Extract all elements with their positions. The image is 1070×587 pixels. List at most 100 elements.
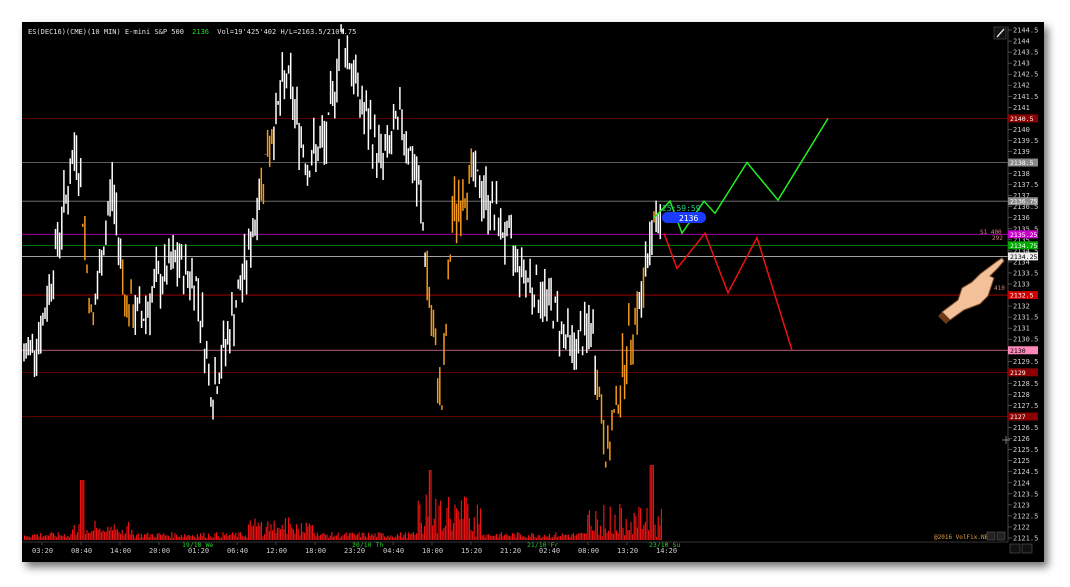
volume-bar <box>120 533 122 540</box>
volume-bar <box>206 537 208 540</box>
volume-bar <box>401 537 403 540</box>
current-price-box: 25:59:59 2136 <box>662 204 706 223</box>
volume-bar <box>150 534 152 540</box>
volume-bar <box>376 537 378 540</box>
volume-bar <box>300 523 302 540</box>
price-chart[interactable]: 2144.5 2144 2143.5 2143 2142.5 2142 2141.5 2141… <box>22 22 1044 562</box>
volume-bar <box>72 529 74 540</box>
volume-bar <box>32 535 34 540</box>
scroll-right-button[interactable] <box>1021 543 1033 554</box>
volume-bar <box>468 518 470 540</box>
volume-bar <box>297 529 299 540</box>
volume-bar <box>587 514 589 540</box>
volume-bar <box>420 522 422 540</box>
volume-bar <box>288 517 290 540</box>
volume-bar <box>25 536 27 540</box>
volume-bar <box>284 518 286 540</box>
volume-bar <box>414 534 416 540</box>
price-axis-label: 2144.5 <box>1013 27 1038 35</box>
time-axis-label: 08:40 <box>71 547 92 555</box>
volume-bar <box>435 498 437 540</box>
volume-bar <box>219 537 221 540</box>
volume-bar <box>217 536 219 540</box>
volume-bar <box>643 524 645 540</box>
volume-bar <box>190 536 192 540</box>
volume-bar <box>636 527 638 540</box>
time-axis-label: 10:00 <box>422 547 443 555</box>
volume-bar <box>188 534 190 540</box>
volume-bar <box>110 526 112 540</box>
volume-bar <box>374 533 376 540</box>
volume-bar <box>436 533 438 540</box>
volume-bar <box>635 516 637 540</box>
zoom-in-button[interactable] <box>986 531 996 541</box>
chart-window[interactable]: 2144.5 2144 2143.5 2143 2142.5 2142 2141.5 2141… <box>22 22 1044 562</box>
volume-bar <box>177 537 179 540</box>
volume-bar <box>616 530 618 540</box>
volume-bar <box>299 535 301 540</box>
volume-bar <box>344 533 346 540</box>
volume-bar <box>488 534 490 540</box>
volume-bar <box>657 516 659 540</box>
volume-bar <box>52 533 54 540</box>
volume-bar <box>264 534 266 540</box>
volume-bar <box>392 536 394 540</box>
volume-bar <box>244 535 246 540</box>
volume-bar <box>456 508 458 540</box>
price-tag-label: 2134.25 <box>1010 253 1037 261</box>
volume-bar <box>260 521 262 540</box>
scroll-left-button[interactable] <box>1009 543 1021 554</box>
volume-bar <box>646 507 648 540</box>
volume-bar <box>128 521 130 540</box>
volume-bar <box>499 533 501 540</box>
volume-bar <box>384 536 386 540</box>
volume-bar <box>195 537 197 540</box>
volume-bar <box>248 524 250 540</box>
volume-bar <box>564 534 566 540</box>
volume-bar <box>632 534 634 540</box>
volume-bar <box>540 537 542 540</box>
volume-bar <box>537 535 539 540</box>
volume-bar <box>550 537 552 540</box>
volume-bar <box>520 534 522 540</box>
volume-bar <box>281 524 283 540</box>
volume-bar <box>608 530 610 540</box>
volume-bar <box>166 535 168 540</box>
volume-bar <box>555 532 557 540</box>
volume-bar <box>380 533 382 540</box>
volume-bar <box>73 524 75 540</box>
volume-bar <box>148 536 150 540</box>
volume-bar <box>326 534 328 540</box>
volume-bar <box>459 519 461 540</box>
volume-bar <box>78 524 80 540</box>
volume-bar <box>310 525 312 540</box>
volume-bar <box>556 537 558 540</box>
volume-bar <box>75 535 77 540</box>
volume-bar <box>534 537 536 540</box>
volume-bar <box>36 534 38 540</box>
volume-bar <box>276 527 278 540</box>
price-axis-label: 2141 <box>1013 104 1030 112</box>
price-tag-label: 2136.75 <box>1010 198 1037 206</box>
volume-bar <box>385 537 387 540</box>
volume-bar <box>216 532 218 540</box>
instrument-title: ES(DEC16)(CME)(10 MIN) E-mini S&P 500 21… <box>28 28 356 36</box>
volume-bar <box>212 537 214 540</box>
draw-tool-icon[interactable] <box>993 26 1007 40</box>
volume-bar <box>542 536 544 540</box>
volume-bar <box>236 537 238 540</box>
volume-bar <box>324 534 326 540</box>
volume-bar <box>86 530 88 540</box>
date-marker-label: 21/10 Fr <box>527 541 558 549</box>
price-axis-label: 2124 <box>1013 479 1030 487</box>
volume-bar <box>329 535 331 540</box>
volume-bar <box>296 524 298 540</box>
volume-bar <box>624 535 626 540</box>
time-axis-label: 15:20 <box>461 547 482 555</box>
time-axis-label: 06:40 <box>227 547 248 555</box>
price-axis-label: 2127.5 <box>1013 402 1038 410</box>
volume-bar <box>280 529 282 540</box>
volume-bar <box>152 534 154 540</box>
zoom-out-button[interactable] <box>996 531 1006 541</box>
volume-bar <box>622 527 624 540</box>
